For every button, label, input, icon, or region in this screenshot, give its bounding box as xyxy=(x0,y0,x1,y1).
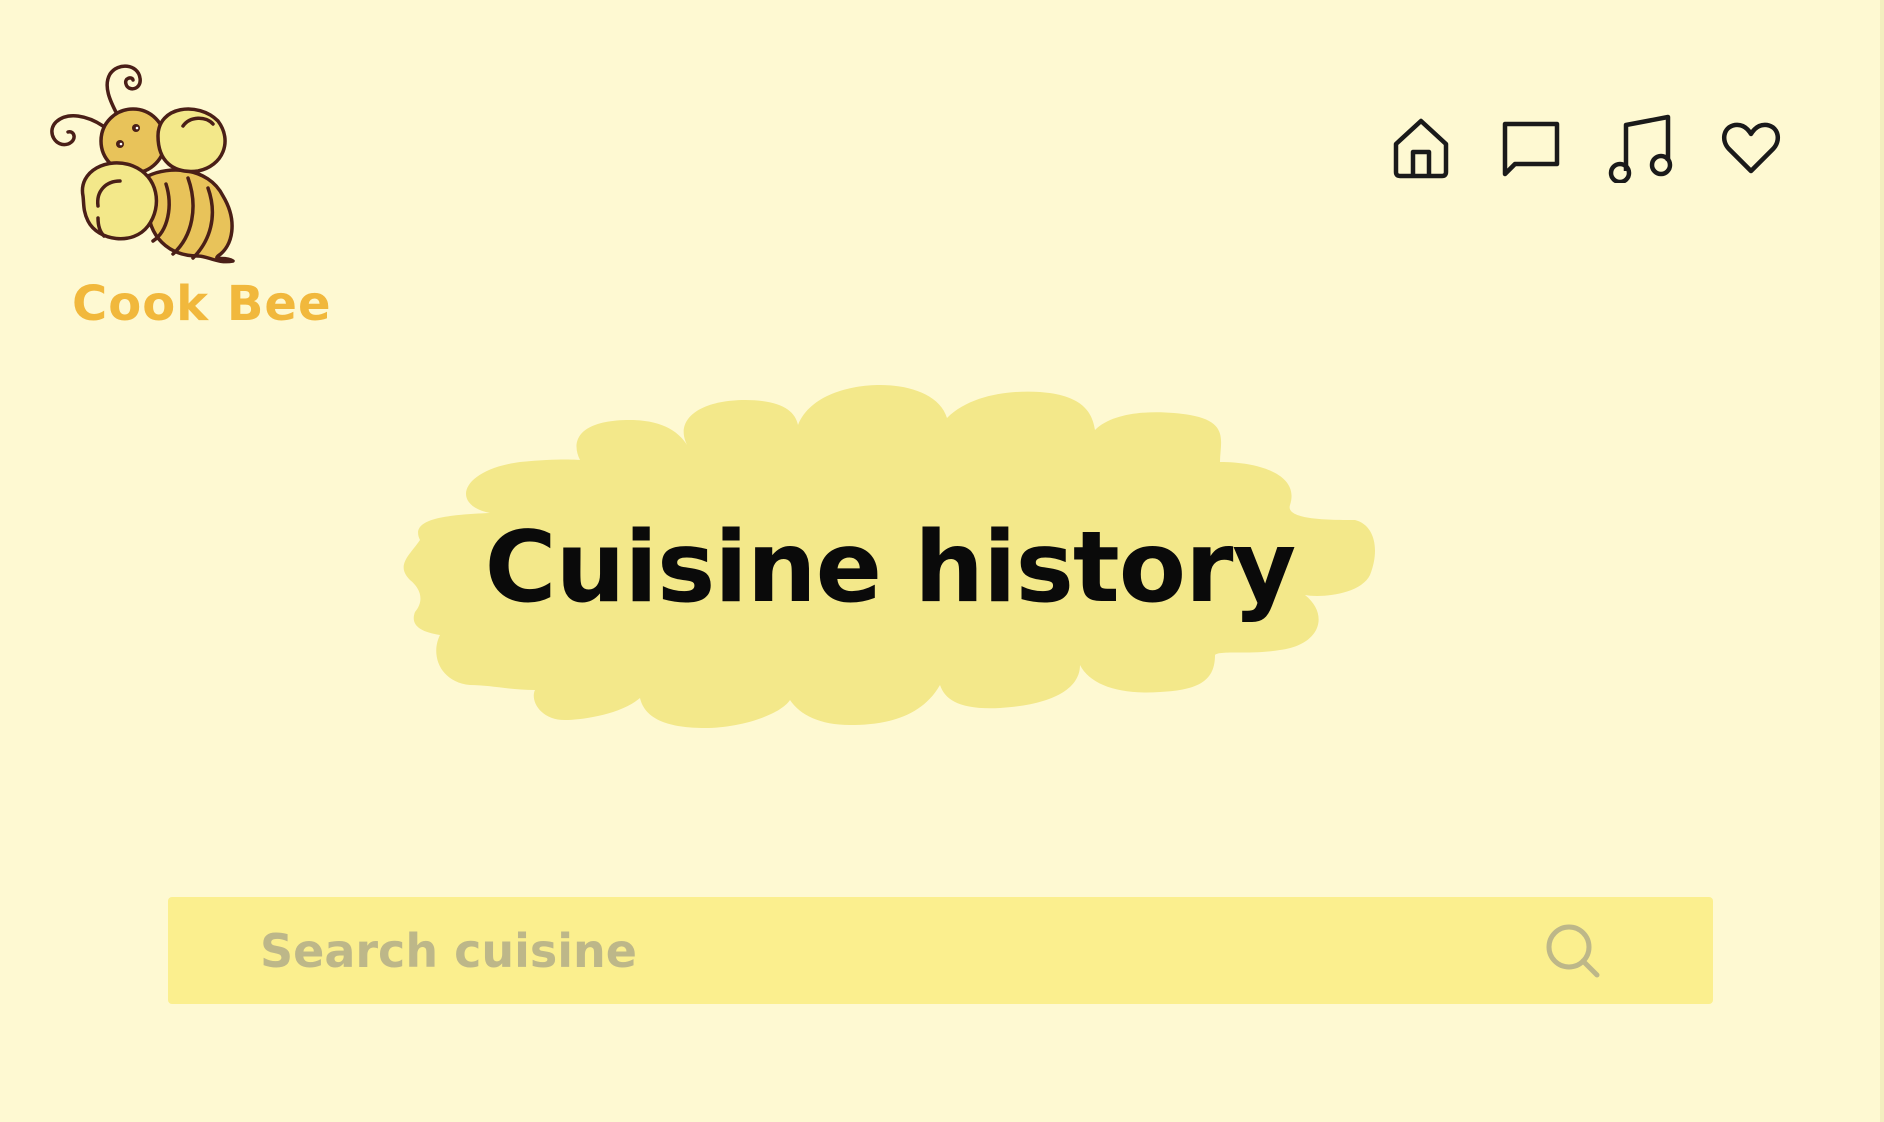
brand-logo[interactable]: Cook Bee xyxy=(48,56,331,336)
music-note-icon xyxy=(1608,114,1673,183)
search-input[interactable] xyxy=(258,896,1603,1005)
nav-music-button[interactable] xyxy=(1586,110,1696,186)
search-icon xyxy=(1546,924,1600,978)
top-nav xyxy=(1366,110,1806,186)
nav-chat-button[interactable] xyxy=(1476,110,1586,186)
brand-name: Cook Bee xyxy=(72,276,332,332)
nav-home-button[interactable] xyxy=(1366,110,1476,186)
chat-icon xyxy=(1502,121,1560,177)
hero-banner: Cuisine history xyxy=(400,380,1390,745)
search-bar xyxy=(168,896,1713,1005)
page-title: Cuisine history xyxy=(484,510,1297,625)
nav-favorites-button[interactable] xyxy=(1696,110,1806,186)
heart-icon xyxy=(1721,122,1781,174)
page: Cook Bee Cuisine history Search cuisine xyxy=(0,0,1884,1122)
bee-icon xyxy=(50,64,235,264)
page-edge xyxy=(1880,0,1884,1122)
search-button[interactable] xyxy=(1543,921,1603,981)
home-icon xyxy=(1393,118,1449,179)
